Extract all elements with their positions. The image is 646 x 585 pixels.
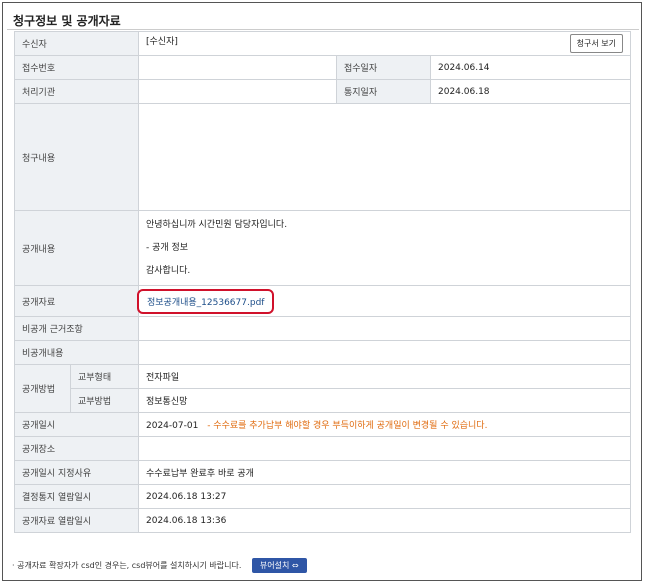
row-nondisclosure-content: 비공개내용 — [14, 340, 631, 365]
delivery-method-label: 교부방법 — [70, 388, 139, 413]
delivery-form-label: 교부형태 — [70, 364, 139, 389]
nondisclosure-content-value — [138, 340, 631, 365]
row-decision-viewed: 결정통지 열람일시 2024.06.18 13:27 — [14, 484, 631, 509]
recipient-label: 수신자 — [14, 31, 139, 56]
disclosure-line-1: 안녕하십니까 시간민원 담당자입니다. — [146, 219, 288, 230]
designation-reason-label: 공개일시 지정사유 — [14, 460, 139, 485]
row-delivery-method: 교부방법 정보통신망 — [15, 388, 631, 413]
disclosure-date-label: 공개일시 — [14, 412, 139, 437]
delivery-method-value: 정보통신망 — [138, 388, 631, 413]
decision-viewed-label: 결정통지 열람일시 — [14, 484, 139, 509]
row-nondisclosure-basis: 비공개 근거조항 — [14, 316, 631, 341]
csd-note: · 공개자료 확장자가 csd인 경우는, csd뷰어를 설치하시기 바랍니다. — [12, 561, 242, 570]
disclosure-file-link[interactable]: 정보공개내용_12536677.pdf — [147, 298, 264, 308]
disclosure-place-label: 공개장소 — [14, 436, 139, 461]
disclosure-date-value: 2024-07-01 — [146, 421, 199, 431]
receipt-no-label: 접수번호 — [14, 55, 139, 80]
agency-label: 처리기관 — [14, 79, 139, 104]
disclosure-content-value: 안녕하십니까 시간민원 담당자입니다. - 공개 정보 감사합니다. — [138, 210, 631, 286]
viewer-install-button[interactable]: 뷰어설치 ⇔ — [251, 558, 307, 573]
delivery-form-value: 전자파일 — [138, 364, 631, 389]
disclosure-file-cell: 정보공개내용_12536677.pdf — [137, 285, 631, 317]
info-table: 수신자 [수신자] 청구서 보기 접수번호 접수일자 2024.06.14 처리… — [14, 31, 631, 533]
claim-content-value — [138, 103, 631, 211]
title-divider — [7, 29, 639, 30]
notice-date-label: 통지일자 — [336, 79, 431, 104]
disclosure-file-label: 공개자료 — [14, 285, 139, 317]
view-claim-button[interactable]: 청구서 보기 — [569, 34, 623, 53]
fee-warning: - 수수료를 추가납부 해야할 경우 부득이하게 공개일이 변경될 수 있습니다… — [207, 421, 488, 431]
row-file-viewed: 공개자료 열람일시 2024.06.18 13:36 — [14, 508, 631, 533]
highlight-box: 정보공개내용_12536677.pdf — [137, 288, 275, 314]
recipient-value: [수신자] — [146, 37, 178, 47]
row-receipt: 접수번호 접수일자 2024.06.14 — [14, 55, 631, 80]
disclosure-line-2: - 공개 정보 — [146, 242, 189, 253]
receipt-date-value: 2024.06.14 — [430, 55, 631, 80]
file-viewed-value: 2024.06.18 13:36 — [138, 508, 631, 533]
row-agency: 처리기관 통지일자 2024.06.18 — [14, 79, 631, 104]
disclosure-line-3: 감사합니다. — [146, 265, 191, 276]
decision-viewed-value: 2024.06.18 13:27 — [138, 484, 631, 509]
row-disclosure-date: 공개일시 2024-07-01 - 수수료를 추가납부 해야할 경우 부득이하게… — [14, 412, 631, 437]
recipient-cell: [수신자] 청구서 보기 — [138, 31, 631, 56]
disclosure-content-label: 공개내용 — [14, 210, 139, 286]
page-title: 청구정보 및 공개자료 — [13, 14, 121, 28]
row-recipient: 수신자 [수신자] 청구서 보기 — [14, 31, 631, 56]
disclosure-date-cell: 2024-07-01 - 수수료를 추가납부 해야할 경우 부득이하게 공개일이… — [138, 412, 631, 437]
footer-note-area: · 공개자료 확장자가 csd인 경우는, csd뷰어를 설치하시기 바랍니다.… — [12, 558, 307, 573]
row-claim-content: 청구내용 — [14, 103, 631, 211]
row-delivery-form: 공개방법 교부형태 전자파일 — [14, 364, 631, 413]
nondisclosure-basis-value — [138, 316, 631, 341]
row-disclosure-place: 공개장소 — [14, 436, 631, 461]
method-label: 공개방법 — [14, 364, 71, 413]
row-disclosure-file: 공개자료 정보공개내용_12536677.pdf — [14, 285, 631, 317]
notice-date-value: 2024.06.18 — [430, 79, 631, 104]
claim-content-label: 청구내용 — [14, 103, 139, 211]
nondisclosure-content-label: 비공개내용 — [14, 340, 139, 365]
nondisclosure-basis-label: 비공개 근거조항 — [14, 316, 139, 341]
agency-value — [138, 79, 337, 104]
receipt-date-label: 접수일자 — [336, 55, 431, 80]
receipt-no-value — [138, 55, 337, 80]
row-disclosure-content: 공개내용 안녕하십니까 시간민원 담당자입니다. - 공개 정보 감사합니다. — [14, 210, 631, 286]
row-designation-reason: 공개일시 지정사유 수수료납부 완료후 바로 공개 — [14, 460, 631, 485]
file-viewed-label: 공개자료 열람일시 — [14, 508, 139, 533]
disclosure-place-value — [138, 436, 631, 461]
designation-reason-value: 수수료납부 완료후 바로 공개 — [138, 460, 631, 485]
